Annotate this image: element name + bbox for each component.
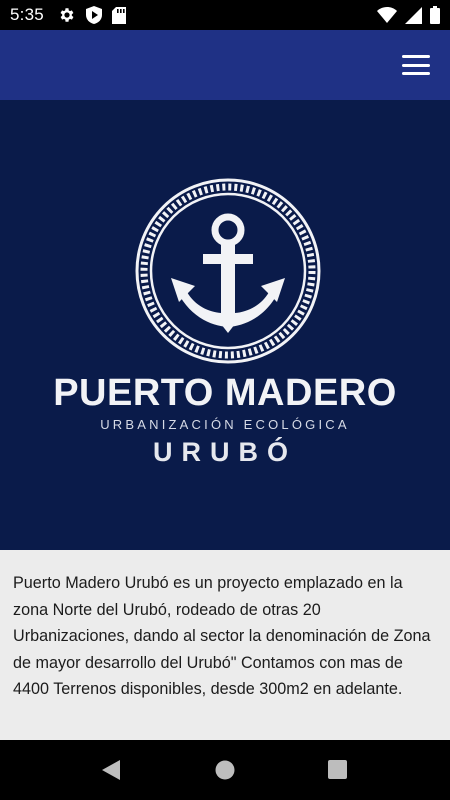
description-section: Puerto Madero Urubó es un proyecto empla… [0,550,450,740]
back-icon[interactable] [102,760,120,780]
gear-icon [60,8,74,22]
cell-signal-icon [405,6,422,24]
brand-place: URUBÓ [153,437,297,467]
menu-line [402,63,430,67]
brand-subtitle: URBANIZACIÓN ECOLÓGICA [100,417,350,432]
menu-line [402,55,430,58]
home-icon[interactable] [215,760,235,780]
app-bar [0,30,450,100]
hero-banner: PUERTO MADERO URBANIZACIÓN ECOLÓGICA URU… [0,100,450,550]
status-notification-icons [58,6,126,24]
system-nav-bar [0,740,450,800]
description-text: Puerto Madero Urubó es un proyecto empla… [13,574,431,698]
brand-title: PUERTO MADERO [53,372,397,414]
menu-line [402,72,430,75]
hamburger-menu-icon[interactable] [402,53,430,77]
wifi-icon [377,7,397,23]
recents-icon[interactable] [328,760,347,779]
battery-icon [430,6,440,24]
status-system-icons [377,6,440,24]
play-protect-icon [85,6,102,24]
status-bar: 5:35 [0,0,450,30]
status-time: 5:35 [10,5,44,24]
anchor-icon [135,178,321,364]
sd-card-icon [111,6,126,24]
